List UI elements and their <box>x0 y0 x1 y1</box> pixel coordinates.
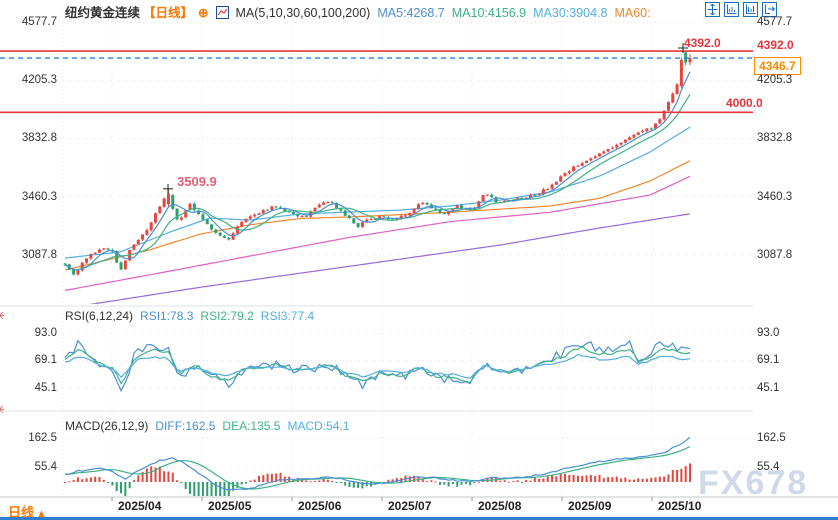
price-tick-label: 4205.3 <box>0 74 57 86</box>
rsi-tick-label: 69.1 <box>757 354 779 366</box>
price-tick-label: 4577.7 <box>757 16 792 28</box>
symbol-name: 纽约黄金连续 <box>65 6 140 20</box>
ma60-value: MA60: <box>614 6 650 20</box>
rsi-tick-label: 93.0 <box>0 327 57 339</box>
date-tick-label: 2025/09 <box>568 499 611 513</box>
rsi-title[interactable]: RSI(6,12,24) <box>65 309 133 323</box>
price-tick-label: 4205.3 <box>757 74 792 86</box>
price-tick-label: 4577.7 <box>0 16 57 28</box>
ma5-value: MA5:4268.7 <box>377 6 444 20</box>
chart-canvas[interactable] <box>0 0 838 520</box>
round-level-label: 4000.0 <box>726 97 763 110</box>
macd-value: MACD:54.1 <box>287 419 349 433</box>
watermark: FX678 <box>698 464 808 503</box>
chart-bars-icon[interactable] <box>743 2 758 17</box>
price-tick-label: 3460.3 <box>757 191 792 203</box>
macd-header: MACD(26,12,9) DIFF:162.5 DEA:135.5 MACD:54.… <box>65 419 356 433</box>
date-tick-label: 2025/07 <box>388 499 431 513</box>
price-tick-label: 3087.8 <box>0 249 57 261</box>
rsi-tick-label: 45.1 <box>0 382 57 394</box>
macd-tick-label: 162.5 <box>757 432 786 444</box>
dea-value: DEA:135.5 <box>222 419 280 433</box>
date-tick-label: 2025/04 <box>118 499 161 513</box>
rsi1-value: RSI1:78.3 <box>140 309 193 323</box>
gold-chart-app: { "header": { "symbol": "纽约黄金连续", "perio… <box>0 0 838 520</box>
chart-toolbar <box>705 2 777 17</box>
rsi-tick-label: 45.1 <box>757 382 779 394</box>
macd-tick-label: 162.5 <box>0 432 57 444</box>
date-tick-label: 2025/08 <box>478 499 521 513</box>
rsi-tick-label: 93.0 <box>757 327 779 339</box>
ma10-value: MA10:4156.9 <box>452 6 526 20</box>
date-tick-label: 2025/05 <box>208 499 251 513</box>
move-icon[interactable] <box>705 2 720 17</box>
ma-settings-label[interactable]: MA(5,10,30,60,100,200) <box>236 6 371 20</box>
april-peak-label: 3509.9 <box>177 175 217 188</box>
date-tick-label: 2025/10 <box>658 499 701 513</box>
diff-value: DIFF:162.5 <box>155 419 215 433</box>
price-tick-label: 3832.8 <box>0 132 57 144</box>
ma30-value: MA30:3904.8 <box>533 6 607 20</box>
period-tag: 【日线】 <box>143 6 193 20</box>
rsi2-value: RSI2:79.2 <box>200 309 253 323</box>
price-tick-label: 3460.3 <box>0 191 57 203</box>
macd-title[interactable]: MACD(26,12,9) <box>65 419 148 433</box>
macd-pane-settings-icon[interactable]: ✳ <box>0 403 5 416</box>
chart-axes-icon[interactable] <box>724 2 739 17</box>
resistance-line-label: 4392.0 <box>684 37 721 50</box>
macd-tick-label: 55.4 <box>0 461 57 473</box>
date-tick-label: 2025/06 <box>298 499 341 513</box>
last-price-badge: 4346.7 <box>754 57 801 75</box>
resistance-axis-label: 4392.0 <box>757 39 794 52</box>
rsi-pane-settings-icon[interactable]: ✳ <box>0 309 5 322</box>
rsi3-value: RSI3:77.4 <box>261 309 314 323</box>
rsi-header: RSI(6,12,24) RSI1:78.3 RSI2:79.2 RSI3:77.4 <box>65 309 321 323</box>
rsi-tick-label: 69.1 <box>0 354 57 366</box>
add-indicator-icon[interactable]: ⊕ <box>198 6 208 20</box>
candlestick-mini-icon[interactable] <box>216 6 229 22</box>
price-tick-label: 3832.8 <box>757 132 792 144</box>
main-chart-header: 纽约黄金连续【日线】 ⊕ MA(5,10,30,60,100,200) MA5:426… <box>65 2 658 22</box>
exit-chart-icon[interactable] <box>762 2 777 17</box>
price-tick-label: 3087.8 <box>757 249 792 261</box>
